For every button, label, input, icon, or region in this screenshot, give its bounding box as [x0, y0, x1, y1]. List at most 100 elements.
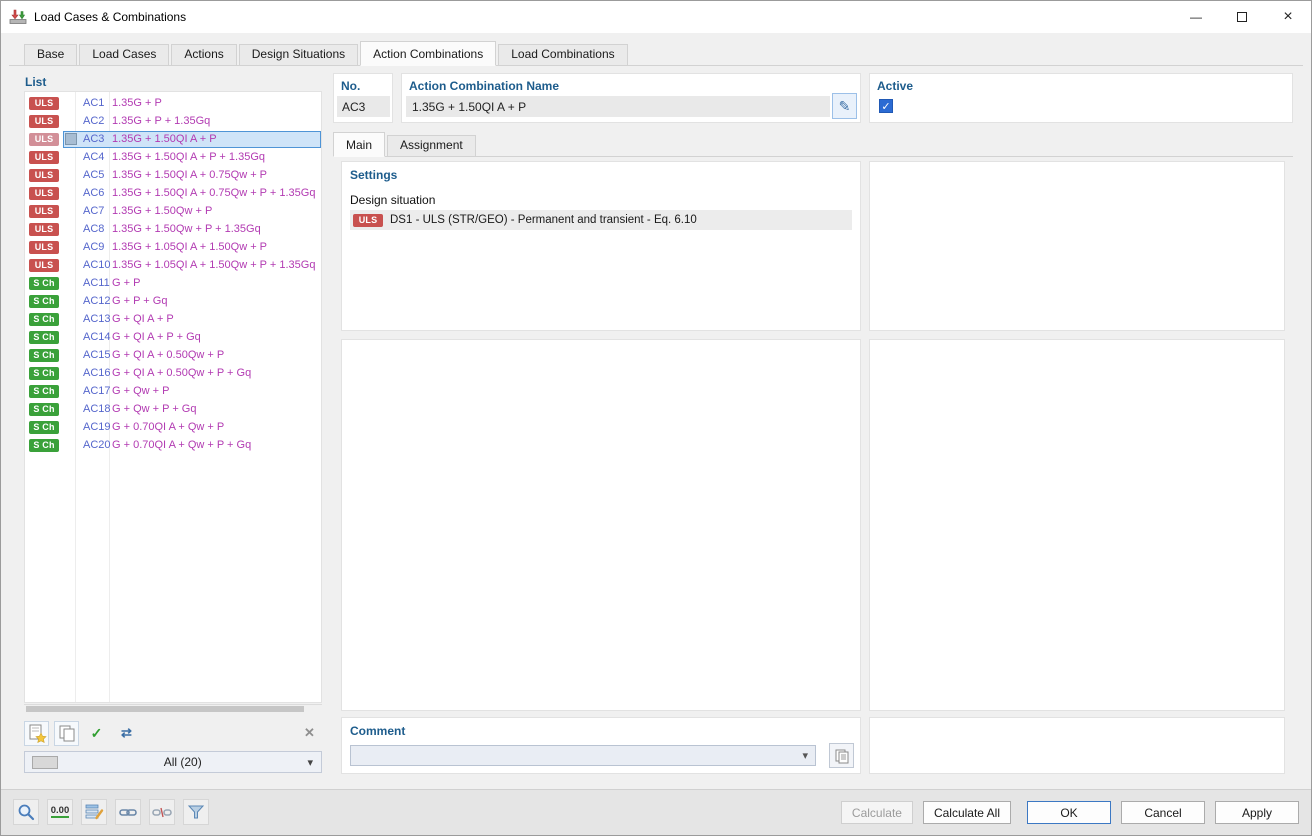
- list-item-content: AC4 1.35G + 1.50QI A + P + 1.35Gq: [63, 149, 321, 166]
- tab-action-combinations[interactable]: Action Combinations: [360, 41, 497, 66]
- list-item-content: AC15 G + QI A + 0.50Qw + P: [63, 347, 321, 364]
- apply-button[interactable]: Apply: [1215, 801, 1299, 824]
- combination-name: G + 0.70QI A + Qw + P: [112, 421, 225, 433]
- list-item-content: AC3 1.35G + 1.50QI A + P: [63, 130, 321, 148]
- footer-bar: 0.00 Calculate Calculate All OK Cancel A…: [1, 789, 1311, 835]
- active-panel: Active ✓: [869, 73, 1293, 123]
- no-field[interactable]: AC3: [337, 96, 390, 117]
- uls-badge: ULS: [29, 186, 59, 200]
- list-item[interactable]: S Ch AC11 G + P: [25, 274, 321, 292]
- tab-design-situations[interactable]: Design Situations: [238, 44, 359, 65]
- generate-combinations-button[interactable]: ✓: [84, 721, 109, 746]
- chain-link-icon: [119, 809, 137, 816]
- delete-combination-button[interactable]: ✕: [297, 721, 322, 746]
- list-item[interactable]: ULS AC8 1.35G + 1.50Qw + P + 1.35Gq: [25, 220, 321, 238]
- list-item[interactable]: ULS AC3 1.35G + 1.50QI A + P: [25, 130, 321, 148]
- list-item[interactable]: S Ch AC19 G + 0.70QI A + Qw + P: [25, 418, 321, 436]
- list-item[interactable]: S Ch AC12 G + P + Gq: [25, 292, 321, 310]
- edit-name-button[interactable]: ✎: [832, 93, 857, 119]
- combination-number: AC12: [83, 295, 111, 307]
- list-item[interactable]: ULS AC6 1.35G + 1.50QI A + 0.75Qw + P + 1.…: [25, 184, 321, 202]
- check-icon: ✓: [90, 724, 103, 741]
- empty-panel-top-right: [869, 161, 1285, 331]
- filter-button[interactable]: [183, 799, 209, 825]
- combination-name: 1.35G + 1.50Qw + P + 1.35Gq: [112, 223, 261, 235]
- row-swatch: [65, 169, 77, 181]
- uls-badge: ULS: [29, 132, 59, 146]
- list-item[interactable]: ULS AC9 1.35G + 1.05QI A + 1.50Qw + P: [25, 238, 321, 256]
- row-swatch: [65, 421, 77, 433]
- tab-base[interactable]: Base: [24, 44, 78, 65]
- list-item[interactable]: ULS AC2 1.35G + P + 1.35Gq: [25, 112, 321, 130]
- design-situation-row[interactable]: ULS DS1 - ULS (STR/GEO) - Permanent and …: [350, 210, 852, 230]
- list-header: List: [25, 75, 47, 89]
- list-item[interactable]: ULS AC1 1.35G + P: [25, 94, 321, 112]
- load-cases-combinations-dialog: Load Cases & Combinations — × Base Load C…: [0, 0, 1312, 836]
- table-settings-button[interactable]: [81, 799, 107, 825]
- subtab-assignment[interactable]: Assignment: [387, 135, 476, 156]
- list-item[interactable]: S Ch AC13 G + QI A + P: [25, 310, 321, 328]
- combination-name: G + QI A + P: [112, 313, 174, 325]
- row-swatch: [65, 313, 77, 325]
- combination-list: ULS AC1 1.35G + P ULS AC2 1.35G + P + 1.35Gq U…: [24, 91, 322, 703]
- combination-number: AC6: [83, 187, 105, 199]
- chevron-down-icon: ▾: [307, 756, 313, 769]
- horizontal-scrollbar[interactable]: [24, 704, 322, 713]
- sch-badge: S Ch: [29, 384, 59, 398]
- active-label: Active: [877, 79, 914, 93]
- new-combination-button[interactable]: [24, 720, 49, 746]
- tab-load-combinations[interactable]: Load Combinations: [498, 44, 628, 65]
- list-item[interactable]: S Ch AC18 G + Qw + P + Gq: [25, 400, 321, 418]
- list-item[interactable]: ULS AC5 1.35G + 1.50QI A + 0.75Qw + P: [25, 166, 321, 184]
- maximize-button[interactable]: [1219, 1, 1265, 33]
- list-item-content: AC17 G + Qw + P: [63, 383, 321, 400]
- active-checkbox[interactable]: ✓: [879, 99, 893, 113]
- close-button[interactable]: ×: [1265, 1, 1311, 33]
- row-swatch: [65, 295, 77, 307]
- list-item[interactable]: ULS AC7 1.35G + 1.50Qw + P: [25, 202, 321, 220]
- list-item[interactable]: ULS AC4 1.35G + 1.50QI A + P + 1.35Gq: [25, 148, 321, 166]
- combination-name: 1.35G + 1.05QI A + 1.50Qw + P + 1.35Gq: [112, 259, 316, 271]
- row-swatch: [65, 403, 77, 415]
- calculate-button[interactable]: Calculate: [840, 801, 913, 824]
- scrollbar-thumb[interactable]: [26, 706, 304, 712]
- combination-name: 1.35G + 1.50QI A + 0.75Qw + P + 1.35Gq: [112, 187, 316, 199]
- list-item-content: AC11 G + P: [63, 275, 321, 292]
- cancel-button[interactable]: Cancel: [1121, 801, 1205, 824]
- filter-value: All (20): [163, 755, 202, 769]
- list-item[interactable]: S Ch AC17 G + Qw + P: [25, 382, 321, 400]
- comment-dropdown[interactable]: ▾: [350, 745, 816, 766]
- list-item[interactable]: S Ch AC15 G + QI A + 0.50Qw + P: [25, 346, 321, 364]
- settings-header: Settings: [350, 168, 398, 182]
- row-swatch: [65, 223, 77, 235]
- list-item[interactable]: S Ch AC20 G + 0.70QI A + Qw + P + Gq: [25, 436, 321, 454]
- find-button[interactable]: [13, 799, 39, 825]
- filter-dropdown[interactable]: All (20) ▾: [24, 751, 322, 773]
- tab-actions[interactable]: Actions: [171, 44, 237, 65]
- combination-name-field[interactable]: 1.35G + 1.50QI A + P: [406, 96, 830, 117]
- row-swatch: [65, 115, 77, 127]
- regenerate-combinations-button[interactable]: ⇄: [114, 721, 139, 746]
- app-icon: [9, 8, 27, 26]
- row-swatch: [65, 331, 77, 343]
- minimize-button[interactable]: —: [1173, 1, 1219, 33]
- notes-icon: [835, 749, 848, 763]
- subtab-main[interactable]: Main: [333, 132, 386, 157]
- list-item[interactable]: S Ch AC14 G + QI A + P + Gq: [25, 328, 321, 346]
- calculate-all-button[interactable]: Calculate All: [922, 801, 1011, 824]
- combination-number: AC19: [83, 421, 111, 433]
- tab-load-cases[interactable]: Load Cases: [79, 44, 170, 65]
- filter-color-swatch: [32, 755, 58, 769]
- combination-number: AC18: [83, 403, 111, 415]
- comment-templates-button[interactable]: [829, 743, 854, 768]
- comment-header: Comment: [350, 724, 406, 738]
- decimal-places-button[interactable]: 0.00: [47, 799, 73, 825]
- copy-combination-button[interactable]: [54, 720, 79, 746]
- link-button[interactable]: [115, 799, 141, 825]
- unlink-button[interactable]: [149, 799, 175, 825]
- tab-strip: Base Load Cases Actions Design Situations Ac…: [9, 40, 1303, 66]
- ok-button[interactable]: OK: [1027, 801, 1111, 824]
- list-item[interactable]: S Ch AC16 G + QI A + 0.50Qw + P + Gq: [25, 364, 321, 382]
- list-item[interactable]: ULS AC10 1.35G + 1.05QI A + 1.50Qw + P + 1…: [25, 256, 321, 274]
- combination-number: AC4: [83, 151, 105, 163]
